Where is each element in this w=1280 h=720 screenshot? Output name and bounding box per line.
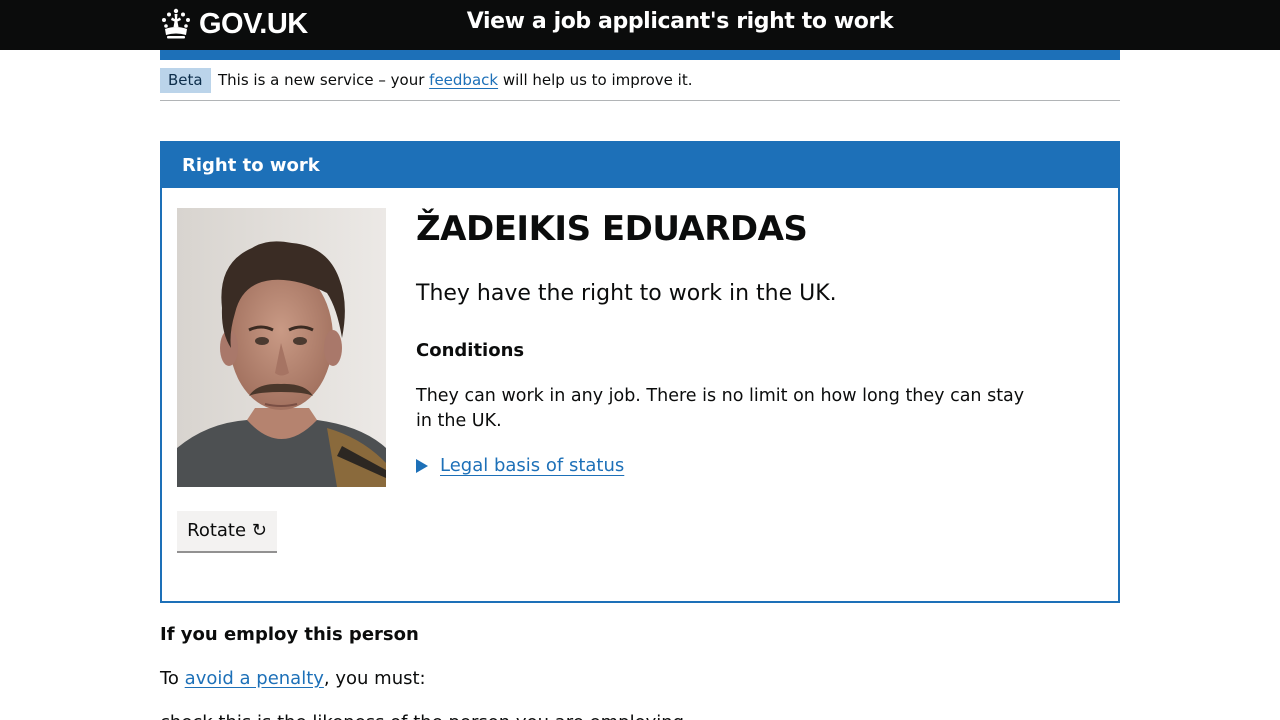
card-title: Right to work xyxy=(182,155,320,176)
legal-basis-details[interactable]: Legal basis of status xyxy=(416,455,624,476)
penalty-paragraph: To avoid a penalty, you must: xyxy=(160,668,426,689)
portrait-image xyxy=(177,208,386,487)
applicant-name: ŽADEIKIS EDUARDAS xyxy=(416,209,808,249)
penalty-text-before: To xyxy=(160,668,185,689)
employ-heading: If you employ this person xyxy=(160,624,419,645)
phase-text-after: will help us to improve it. xyxy=(498,71,693,89)
beta-tag: Beta xyxy=(160,68,211,93)
logo-text: GOV.UK xyxy=(199,7,308,40)
crown-icon xyxy=(162,8,190,39)
phase-text-before: This is a new service – your xyxy=(218,71,430,89)
conditions-heading: Conditions xyxy=(416,340,525,361)
conditions-text: They can work in any job. There is no li… xyxy=(416,386,1025,431)
phase-banner: Beta This is a new service – your feedba… xyxy=(160,60,1120,101)
govuk-logo-link[interactable]: GOV.UK xyxy=(160,6,308,42)
legal-basis-link[interactable]: Legal basis of status xyxy=(440,455,624,476)
rotate-button[interactable]: Rotate ↻ xyxy=(177,511,277,551)
card-header: Right to work xyxy=(162,143,1118,188)
right-to-work-status: They have the right to work in the UK. xyxy=(416,281,837,306)
feedback-link[interactable]: feedback xyxy=(429,71,498,89)
checklist-item-cut-off: check this is the likeness of the person… xyxy=(160,712,684,720)
applicant-photo xyxy=(177,208,386,487)
right-to-work-card: Right to work Rotate ↻ ŽADEIKIS EDUARDAS… xyxy=(160,141,1120,603)
penalty-text-after: , you must: xyxy=(323,668,426,689)
phase-banner-text: This is a new service – your feedback wi… xyxy=(218,70,693,90)
avoid-penalty-link[interactable]: avoid a penalty xyxy=(185,668,324,689)
header-blue-bar xyxy=(160,50,1120,60)
service-name[interactable]: View a job applicant's right to work xyxy=(440,9,920,34)
expand-triangle-icon[interactable] xyxy=(416,458,428,473)
site-header: GOV.UK View a job applicant's right to w… xyxy=(0,0,1280,50)
